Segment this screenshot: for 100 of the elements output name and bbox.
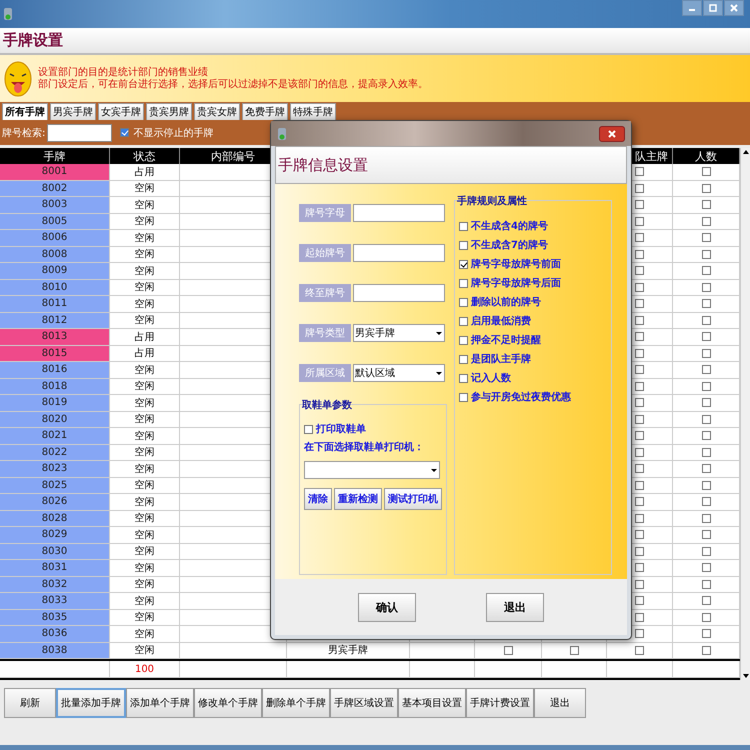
- checkbox[interactable]: [635, 398, 644, 408]
- printer-dropdown[interactable]: [304, 461, 440, 479]
- checkbox[interactable]: [635, 414, 644, 424]
- toolbar-button[interactable]: 修改单个手牌: [194, 688, 262, 718]
- checkbox[interactable]: [702, 580, 710, 589]
- maximize-button[interactable]: [703, 0, 723, 16]
- checkbox[interactable]: [702, 464, 710, 474]
- checkbox[interactable]: [635, 200, 644, 210]
- toolbar-button[interactable]: 批量添加手牌: [56, 688, 126, 718]
- tab[interactable]: 男宾手牌: [50, 103, 96, 120]
- checkbox[interactable]: [635, 596, 644, 606]
- checkbox[interactable]: [635, 299, 644, 308]
- checkbox[interactable]: [635, 514, 644, 523]
- checkbox[interactable]: [459, 374, 468, 382]
- checkbox[interactable]: [459, 392, 468, 402]
- checkbox[interactable]: [459, 278, 468, 288]
- checkbox[interactable]: [635, 580, 644, 589]
- checkbox[interactable]: [635, 612, 644, 622]
- minimize-button[interactable]: [682, 0, 702, 16]
- tab[interactable]: 免费手牌: [242, 103, 288, 120]
- checkbox[interactable]: [459, 336, 468, 344]
- checkbox[interactable]: [702, 596, 710, 606]
- input-field[interactable]: [353, 204, 445, 222]
- checkbox[interactable]: [120, 128, 130, 137]
- printer-button[interactable]: 测试打印机: [384, 488, 442, 510]
- input-field[interactable]: [353, 284, 445, 302]
- checkbox[interactable]: [702, 382, 710, 391]
- checkbox[interactable]: [635, 233, 644, 242]
- checkbox[interactable]: [504, 646, 512, 655]
- checkbox[interactable]: [635, 282, 644, 292]
- checkbox[interactable]: [635, 250, 644, 259]
- checkbox[interactable]: [702, 332, 710, 342]
- checkbox[interactable]: [459, 354, 468, 364]
- checkbox[interactable]: [702, 299, 710, 308]
- tab[interactable]: 所有手牌: [2, 103, 48, 120]
- checkbox[interactable]: [702, 250, 710, 259]
- checkbox[interactable]: [702, 348, 710, 358]
- dropdown[interactable]: 默认区域: [353, 364, 445, 382]
- checkbox[interactable]: [702, 646, 710, 655]
- checkbox[interactable]: [635, 184, 644, 193]
- checkbox[interactable]: [702, 266, 710, 276]
- checkbox[interactable]: [702, 167, 710, 176]
- checkbox[interactable]: [635, 365, 644, 374]
- checkbox[interactable]: [702, 414, 710, 424]
- tab[interactable]: 特殊手牌: [290, 103, 336, 120]
- checkbox[interactable]: [459, 298, 468, 306]
- checkbox[interactable]: [635, 480, 644, 490]
- printer-button[interactable]: 清除: [304, 488, 332, 510]
- checkbox[interactable]: [635, 332, 644, 342]
- checkbox[interactable]: [635, 348, 644, 358]
- checkbox[interactable]: [635, 530, 644, 540]
- checkbox[interactable]: [635, 629, 644, 638]
- toolbar-button[interactable]: 手牌计费设置: [466, 688, 534, 718]
- close-button[interactable]: [599, 126, 625, 142]
- toolbar-button[interactable]: 手牌区域设置: [330, 688, 398, 718]
- checkbox[interactable]: [702, 398, 710, 408]
- toolbar-button[interactable]: 退出: [534, 688, 586, 718]
- checkbox[interactable]: [635, 464, 644, 474]
- toolbar-button[interactable]: 删除单个手牌: [262, 688, 330, 718]
- checkbox[interactable]: [459, 316, 468, 326]
- checkbox[interactable]: [702, 184, 710, 193]
- checkbox[interactable]: [702, 200, 710, 210]
- checkbox[interactable]: [459, 222, 468, 230]
- checkbox[interactable]: [702, 448, 710, 457]
- checkbox[interactable]: [459, 240, 468, 250]
- checkbox[interactable]: [635, 546, 644, 556]
- checkbox[interactable]: [702, 563, 710, 572]
- scrollbar[interactable]: [740, 148, 750, 680]
- checkbox[interactable]: [635, 563, 644, 572]
- checkbox[interactable]: [635, 316, 644, 325]
- search-field[interactable]: [47, 124, 112, 142]
- dialog-button[interactable]: 退出: [486, 592, 544, 622]
- checkbox[interactable]: [459, 260, 468, 268]
- tab[interactable]: 贵宾女牌: [194, 103, 240, 120]
- checkbox[interactable]: [702, 365, 710, 374]
- checkbox[interactable]: [635, 167, 644, 176]
- checkbox[interactable]: [635, 216, 644, 226]
- checkbox[interactable]: [702, 216, 710, 226]
- printer-button[interactable]: 重新检测: [334, 488, 382, 510]
- toolbar-button[interactable]: 基本项目设置: [398, 688, 466, 718]
- checkbox[interactable]: [635, 382, 644, 391]
- checkbox[interactable]: [702, 480, 710, 490]
- dropdown[interactable]: 男宾手牌: [353, 324, 445, 342]
- tab[interactable]: 女宾手牌: [98, 103, 144, 120]
- checkbox[interactable]: [702, 514, 710, 523]
- input-field[interactable]: [353, 244, 445, 262]
- toolbar-button[interactable]: 刷新: [4, 688, 56, 718]
- checkbox[interactable]: [702, 546, 710, 556]
- checkbox[interactable]: [635, 266, 644, 276]
- checkbox[interactable]: [702, 316, 710, 325]
- checkbox[interactable]: [304, 424, 313, 434]
- checkbox[interactable]: [702, 530, 710, 540]
- checkbox[interactable]: [635, 431, 644, 440]
- checkbox[interactable]: [635, 448, 644, 457]
- checkbox[interactable]: [635, 646, 644, 655]
- checkbox[interactable]: [702, 233, 710, 242]
- checkbox[interactable]: [702, 282, 710, 292]
- checkbox[interactable]: [702, 431, 710, 440]
- checkbox[interactable]: [570, 646, 578, 655]
- tab[interactable]: 贵宾男牌: [146, 103, 192, 120]
